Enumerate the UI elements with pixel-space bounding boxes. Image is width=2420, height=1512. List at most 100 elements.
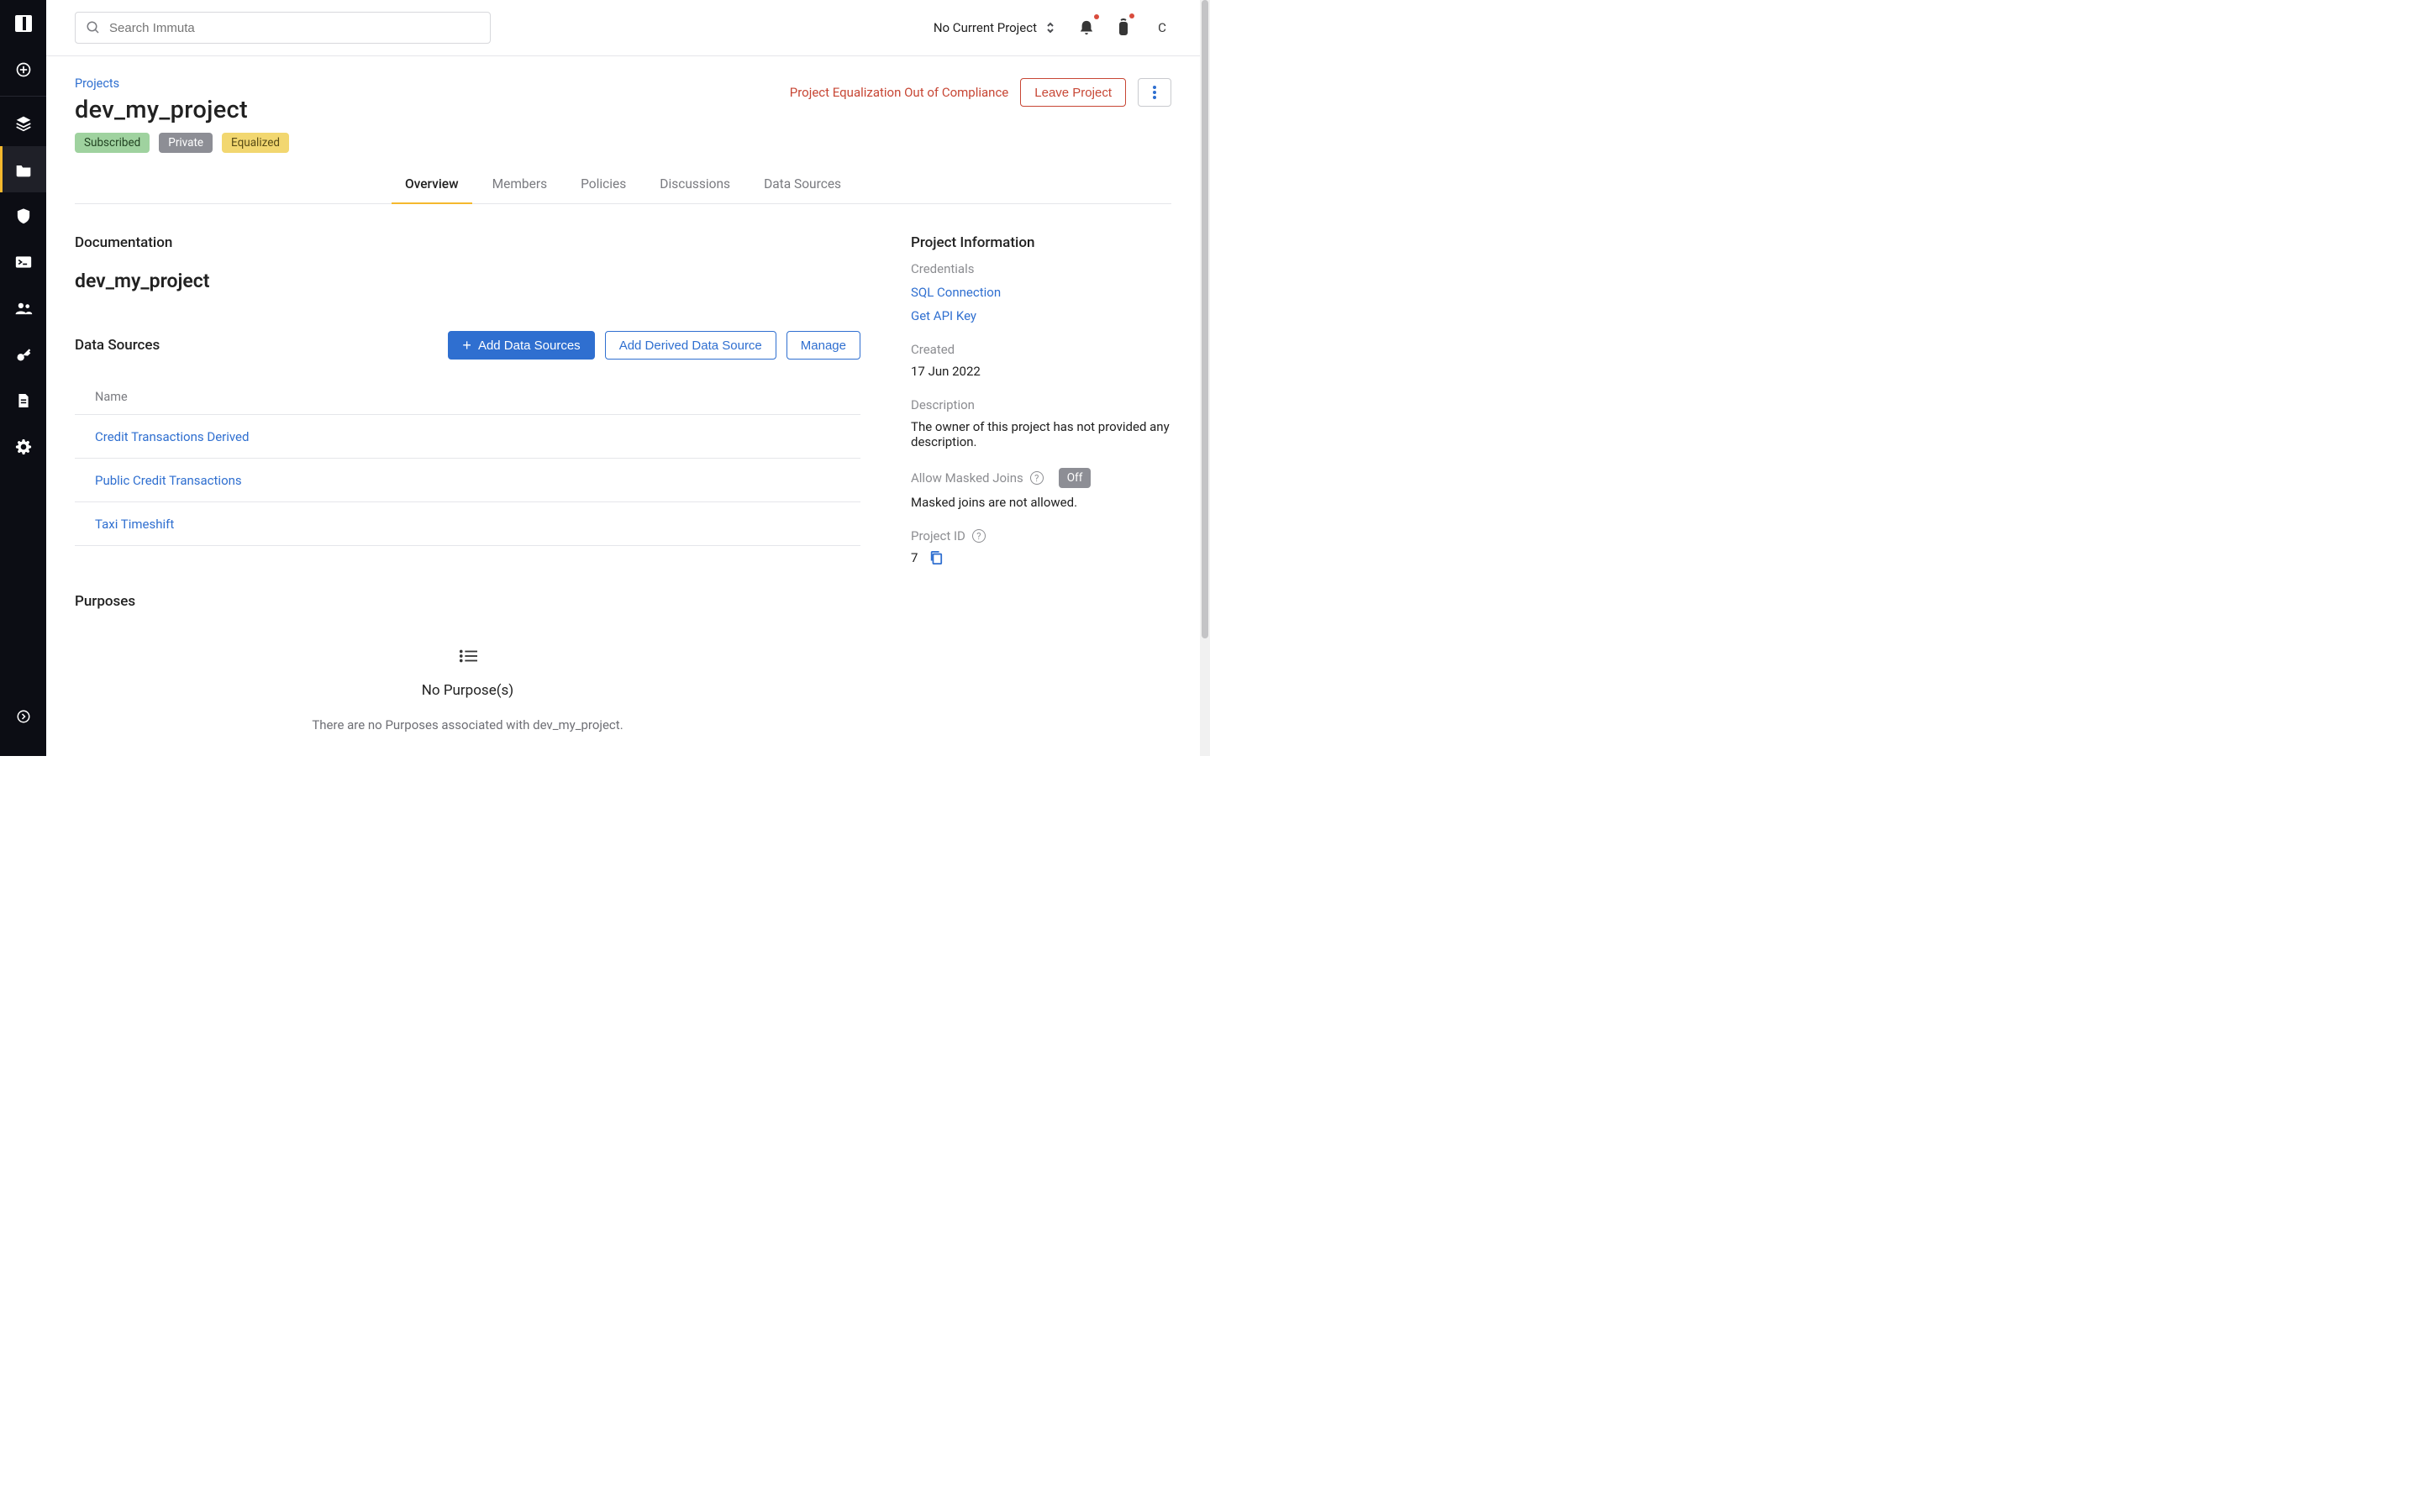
avatar[interactable]: C [1153,18,1171,37]
data-source-link[interactable]: Public Credit Transactions [95,473,242,488]
main-column: Documentation dev_my_project Data Source… [75,234,860,756]
page-title: dev_my_project [75,96,289,124]
speaker-icon [1118,18,1129,37]
status-chips: Subscribed Private Equalized [75,133,289,153]
scrollbar-thumb[interactable] [1202,0,1208,638]
project-id-row: Project ID ? [911,528,1171,543]
layers-icon [15,115,32,132]
tabs: Overview Members Policies Discussions Da… [75,168,1171,204]
sidebar-item-settings[interactable] [0,423,46,470]
sidebar-item-credentials[interactable] [0,331,46,377]
masked-joins-label: Allow Masked Joins [911,470,1023,486]
sidebar-item-collapse[interactable] [0,693,46,739]
compliance-warning: Project Equalization Out of Compliance [790,85,1008,100]
table-row: Public Credit Transactions [75,459,860,502]
chip-equalized: Equalized [222,133,289,153]
logo-icon [15,15,32,32]
add-data-sources-label: Add Data Sources [478,339,581,353]
more-actions-button[interactable] [1138,78,1171,107]
table-header-name: Name [75,380,860,415]
masked-joins-desc: Masked joins are not allowed. [911,495,1171,510]
more-vertical-icon [1153,86,1156,99]
notifications-button[interactable] [1079,19,1094,36]
search-box[interactable] [75,12,491,44]
body: Documentation dev_my_project Data Source… [75,234,1171,756]
purposes-section: Purposes No Purpose(s) There are no Purp… [75,593,860,756]
data-sources-actions: + Add Data Sources Add Derived Data Sourc… [448,331,860,360]
folder-icon [15,162,32,177]
chip-subscribed: Subscribed [75,133,150,153]
sql-connection-link[interactable]: SQL Connection [911,285,1171,300]
page-scrollbar[interactable] [1200,0,1210,756]
breadcrumb-projects[interactable]: Projects [75,76,119,91]
data-source-link[interactable]: Credit Transactions Derived [95,429,249,444]
people-icon [14,302,33,315]
masked-joins-toggle[interactable]: Off [1059,468,1092,488]
page-header-actions: Project Equalization Out of Compliance L… [790,75,1171,107]
add-derived-button[interactable]: Add Derived Data Source [605,331,776,360]
tab-members[interactable]: Members [489,168,551,203]
sidebar [0,0,46,756]
project-id-label: Project ID [911,528,965,543]
data-sources-table: Name Credit Transactions Derived Public … [75,380,860,546]
credentials-label: Credentials [911,261,1171,276]
search-icon [86,20,101,35]
list-icon [459,648,477,664]
sidebar-item-console[interactable] [0,239,46,285]
plus-icon: + [462,338,471,353]
table-row: Credit Transactions Derived [75,415,860,459]
tab-policies[interactable]: Policies [577,168,629,203]
gear-icon [15,438,32,455]
purposes-heading: Purposes [75,593,860,610]
activity-dot [1129,13,1134,18]
terminal-icon [15,255,32,269]
tab-data-sources[interactable]: Data Sources [760,168,844,203]
leave-project-button[interactable]: Leave Project [1020,78,1126,107]
help-icon[interactable]: ? [1030,471,1044,485]
info-column: Project Information Credentials SQL Conn… [911,234,1171,756]
notification-dot [1094,14,1099,19]
sidebar-item-data-sources[interactable] [0,100,46,146]
get-api-key-link[interactable]: Get API Key [911,308,1171,323]
activity-button[interactable] [1118,18,1129,37]
documentation-heading: Documentation [75,234,860,251]
sidebar-top [0,0,46,470]
sidebar-item-people[interactable] [0,285,46,331]
description-label: Description [911,397,1171,412]
data-source-link[interactable]: Taxi Timeshift [95,517,174,532]
data-sources-heading: Data Sources [75,337,160,354]
sidebar-divider [0,96,46,97]
project-id-value: 7 [911,550,918,565]
bell-icon [1079,19,1094,36]
topbar-right: No Current Project C [934,18,1171,37]
unfold-icon [1045,21,1055,34]
documentation-title: dev_my_project [75,270,860,292]
project-switcher[interactable]: No Current Project [934,20,1055,35]
project-switcher-label: No Current Project [934,20,1037,35]
chip-private: Private [159,133,213,153]
help-icon[interactable]: ? [972,529,986,543]
description-value: The owner of this project has not provid… [911,419,1171,449]
copy-icon [929,550,943,565]
document-icon [17,392,30,409]
sidebar-item-governance[interactable] [0,192,46,239]
copy-button[interactable] [929,550,943,565]
sidebar-item-reports[interactable] [0,377,46,423]
purposes-empty-subtitle: There are no Purposes associated with de… [312,717,623,732]
sidebar-item-projects[interactable] [0,146,46,192]
sidebar-item-add[interactable] [0,46,46,92]
avatar-initial: C [1158,20,1166,35]
shield-icon [16,207,31,224]
search-input[interactable] [109,21,480,35]
tab-discussions[interactable]: Discussions [656,168,734,203]
project-info-heading: Project Information [911,234,1171,251]
add-data-sources-button[interactable]: + Add Data Sources [448,331,594,360]
created-label: Created [911,342,1171,357]
manage-button[interactable]: Manage [786,331,860,360]
page-header: Projects dev_my_project Subscribed Priva… [75,75,1171,153]
plus-circle-icon [15,61,32,78]
project-id-value-row: 7 [911,550,1171,565]
app-logo[interactable] [0,0,46,46]
purposes-empty-state: No Purpose(s) There are no Purposes asso… [75,648,860,756]
tab-overview[interactable]: Overview [402,168,462,203]
